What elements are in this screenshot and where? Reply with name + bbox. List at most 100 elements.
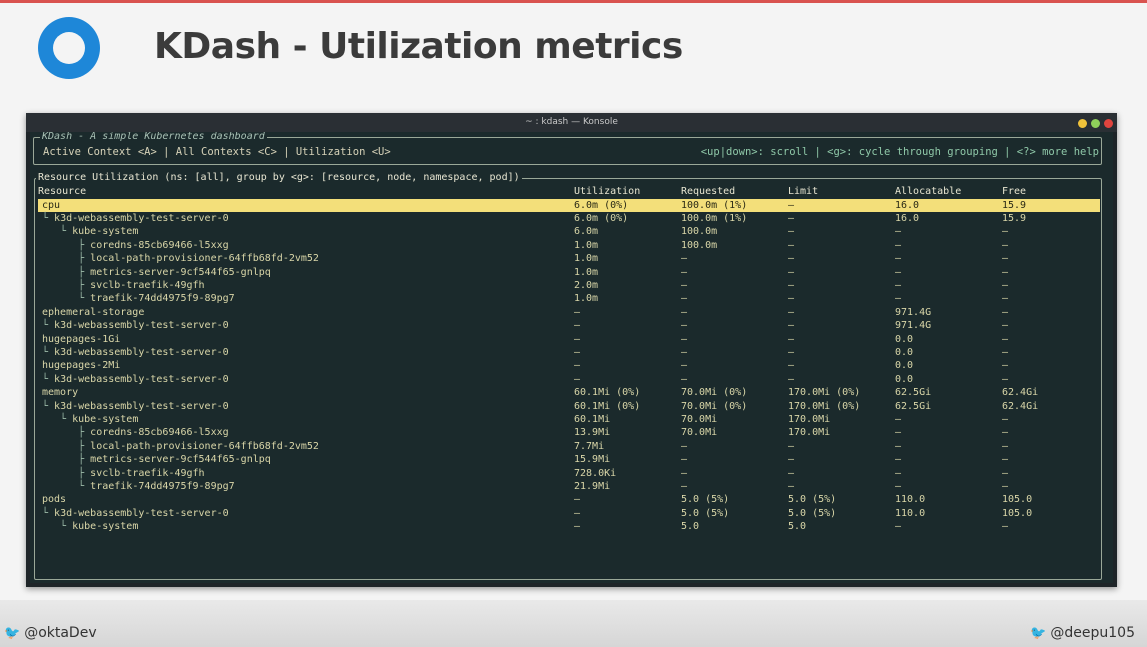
tree-connector: └ bbox=[42, 373, 55, 385]
row-free-cell: — bbox=[1002, 320, 1009, 332]
row-util-cell: — bbox=[574, 521, 581, 533]
table-row[interactable]: ├ metrics-server-9cf544f65-gnlpq 1.0m — — — — bbox=[38, 266, 1100, 279]
tree-connector: └ bbox=[42, 226, 73, 238]
row-util-cell: 13.9Mi bbox=[574, 427, 611, 439]
row-req-cell: — bbox=[681, 333, 688, 345]
row-util-cell: — bbox=[574, 346, 581, 358]
row-req-cell: 5.0 (5%) bbox=[681, 494, 730, 506]
resource-name: svclb-traefik-49gfh bbox=[90, 467, 205, 479]
row-resource-cell: pods bbox=[42, 493, 66, 506]
resource-name: hugepages-2Mi bbox=[42, 360, 121, 372]
resource-name: cpu bbox=[42, 199, 61, 211]
table-row[interactable]: ├ coredns-85cb69466-l5xxg 1.0m 100.0m — — — bbox=[38, 239, 1100, 252]
context-tabs[interactable]: Active Context <A> | All Contexts <C> | … bbox=[43, 146, 391, 158]
row-resource-cell: ├ metrics-server-9cf544f65-gnlpq bbox=[42, 266, 271, 279]
row-free-cell: 62.4Gi bbox=[1002, 387, 1039, 399]
row-req-cell: 70.0Mi bbox=[681, 427, 718, 439]
row-util-cell: 6.0m bbox=[574, 226, 599, 238]
row-resource-cell: └ kube-system bbox=[42, 413, 138, 426]
row-limit-cell: 170.0Mi (0%) bbox=[788, 400, 861, 412]
row-limit-cell: — bbox=[788, 454, 795, 466]
row-resource-cell: └ traefik-74dd4975f9-89pg7 bbox=[42, 480, 235, 493]
table-row[interactable]: └ k3d-webassembly-test-server-0 6.0m (0%)… bbox=[38, 212, 1100, 225]
minimize-button[interactable] bbox=[1078, 119, 1087, 128]
row-util-cell: — bbox=[574, 373, 581, 385]
row-free-cell: — bbox=[1002, 373, 1009, 385]
row-util-cell: 6.0m (0%) bbox=[574, 199, 629, 211]
konsole-window[interactable]: ~ : kdash — Konsole KDash - A simple Kub… bbox=[26, 113, 1117, 587]
table-row[interactable]: ├ local-path-provisioner-64ffb68fd-2vm52… bbox=[38, 252, 1100, 265]
tree-connector: └ bbox=[42, 480, 91, 492]
top-accent-line bbox=[0, 0, 1147, 3]
table-row[interactable]: └ traefik-74dd4975f9-89pg7 1.0m — — — — bbox=[38, 292, 1100, 305]
table-row[interactable]: └ traefik-74dd4975f9-89pg7 21.9Mi — — — — bbox=[38, 480, 1100, 493]
table-row[interactable]: └ k3d-webassembly-test-server-0 — — — 971.4G… bbox=[38, 319, 1100, 332]
table-row[interactable]: └ kube-system 6.0m 100.0m — — — bbox=[38, 225, 1100, 238]
resource-name: coredns-85cb69466-l5xxg bbox=[90, 427, 229, 439]
row-util-cell: 1.0m bbox=[574, 239, 599, 251]
table-row[interactable]: └ k3d-webassembly-test-server-0 — — — 0.0 — bbox=[38, 346, 1100, 359]
help-hints: <up|down>: scroll | <g>: cycle through g… bbox=[700, 146, 1099, 158]
maximize-button[interactable] bbox=[1091, 119, 1100, 128]
row-resource-cell: └ kube-system bbox=[42, 520, 138, 533]
terminal-area[interactable]: KDash - A simple Kubernetes dashboard Ac… bbox=[30, 132, 1113, 583]
table-row[interactable]: └ kube-system 60.1Mi 70.0Mi 170.0Mi — — bbox=[38, 413, 1100, 426]
table-row[interactable]: memory 60.1Mi (0%) 70.0Mi (0%) 170.0Mi (0%)… bbox=[38, 386, 1100, 399]
row-req-cell: 5.0 bbox=[681, 521, 700, 533]
table-row[interactable]: ├ local-path-provisioner-64ffb68fd-2vm52… bbox=[38, 440, 1100, 453]
table-row[interactable]: └ k3d-webassembly-test-server-0 — — — 0.0 — bbox=[38, 373, 1100, 386]
row-limit-cell: — bbox=[788, 253, 795, 265]
row-free-cell: — bbox=[1002, 440, 1009, 452]
row-free-cell: 15.9 bbox=[1002, 199, 1027, 211]
row-alloc-cell: — bbox=[895, 521, 902, 533]
row-resource-cell: hugepages-1Gi bbox=[42, 333, 120, 346]
row-util-cell: 7.7Mi bbox=[574, 440, 605, 452]
close-button[interactable] bbox=[1104, 119, 1113, 128]
window-title: ~ : kdash — Konsole bbox=[525, 117, 618, 127]
row-alloc-cell: — bbox=[895, 454, 902, 466]
resource-name: k3d-webassembly-test-server-0 bbox=[54, 400, 229, 412]
row-limit-cell: 170.0Mi (0%) bbox=[788, 387, 861, 399]
row-free-cell: — bbox=[1002, 226, 1009, 238]
row-limit-cell: — bbox=[788, 320, 795, 332]
row-req-cell: — bbox=[681, 306, 688, 318]
tree-connector: └ bbox=[42, 320, 55, 332]
table-row[interactable]: ├ metrics-server-9cf544f65-gnlpq 15.9Mi — —… bbox=[38, 453, 1100, 466]
row-resource-cell: └ k3d-webassembly-test-server-0 bbox=[42, 212, 229, 225]
row-free-cell: — bbox=[1002, 360, 1009, 372]
window-titlebar[interactable]: ~ : kdash — Konsole bbox=[26, 113, 1117, 132]
row-limit-cell: — bbox=[788, 226, 795, 238]
tree-connector: ├ bbox=[42, 239, 91, 251]
tree-connector: ├ bbox=[42, 279, 91, 291]
row-req-cell: 5.0 (5%) bbox=[681, 507, 730, 519]
table-row[interactable]: └ k3d-webassembly-test-server-0 60.1Mi (0… bbox=[38, 400, 1100, 413]
tree-connector: └ bbox=[42, 413, 73, 425]
table-row[interactable]: hugepages-1Gi — — — 0.0 — bbox=[38, 333, 1100, 346]
table-row[interactable]: cpu 6.0m (0%) 100.0m (1%) — 16.0 15.9 bbox=[38, 198, 1100, 212]
col-requested: Requested bbox=[681, 186, 736, 197]
table-row[interactable]: ├ svclb-traefik-49gfh 2.0m — — — — bbox=[38, 279, 1100, 292]
table-row[interactable]: ephemeral-storage — — — 971.4G — bbox=[38, 306, 1100, 319]
row-req-cell: — bbox=[681, 293, 688, 305]
slide-title: KDash - Utilization metrics bbox=[154, 26, 683, 67]
table-row[interactable]: hugepages-2Mi — — — 0.0 — bbox=[38, 359, 1100, 372]
table-row[interactable]: pods — 5.0 (5%) 5.0 (5%) 110.0 105.0 bbox=[38, 493, 1100, 506]
row-alloc-cell: 62.5Gi bbox=[895, 400, 932, 412]
row-resource-cell: └ k3d-webassembly-test-server-0 bbox=[42, 346, 229, 359]
row-free-cell: — bbox=[1002, 467, 1009, 479]
table-row[interactable]: └ k3d-webassembly-test-server-0 — 5.0 (5%)… bbox=[38, 507, 1100, 520]
twitter-bird-icon: 🐦 bbox=[1030, 626, 1047, 641]
row-resource-cell: ├ local-path-provisioner-64ffb68fd-2vm52 bbox=[42, 440, 319, 453]
table-row[interactable]: └ kube-system — 5.0 5.0 — — bbox=[38, 520, 1100, 533]
row-req-cell: — bbox=[681, 346, 688, 358]
row-util-cell: 60.1Mi (0%) bbox=[574, 400, 641, 412]
row-alloc-cell: — bbox=[895, 480, 902, 492]
row-util-cell: 1.0m bbox=[574, 253, 599, 265]
row-alloc-cell: 16.0 bbox=[895, 212, 920, 224]
row-req-cell: — bbox=[681, 454, 688, 466]
table-row[interactable]: ├ svclb-traefik-49gfh 728.0Ki — — — — bbox=[38, 467, 1100, 480]
row-util-cell: 1.0m bbox=[574, 293, 599, 305]
tree-connector: ├ bbox=[42, 266, 91, 278]
row-free-cell: — bbox=[1002, 293, 1009, 305]
table-row[interactable]: ├ coredns-85cb69466-l5xxg 13.9Mi 70.0Mi 170… bbox=[38, 426, 1100, 439]
